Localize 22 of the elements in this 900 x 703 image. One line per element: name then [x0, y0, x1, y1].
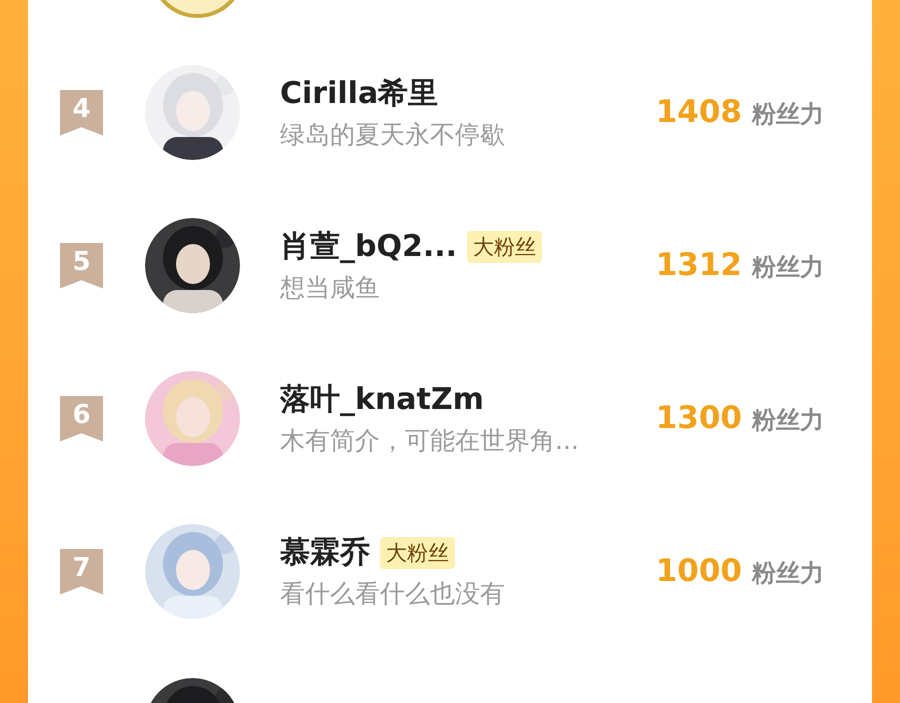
rank-badge: 6 [60, 396, 103, 442]
user-bio: 看什么看什么也没有 [280, 578, 506, 610]
user-bio: 木有简介，可能在世界角... [280, 424, 580, 456]
user-name: Cirilla希里 [280, 74, 438, 112]
fan-tag: 大粉丝 [467, 230, 542, 262]
user-name: 慕霖乔 [280, 534, 370, 572]
fan-tag: 大粉丝 [380, 536, 455, 568]
rank-badge: 4 [60, 90, 103, 136]
score-unit: 粉丝力 [752, 558, 824, 590]
user-bio: 绿岛的夏天永不停歇 [280, 118, 506, 150]
user-name: 肖萱_bQ2... [280, 228, 458, 266]
fan-score: 1000 [656, 552, 742, 592]
score-unit: 粉丝力 [752, 405, 824, 436]
rank-badge: 5 [60, 242, 103, 288]
fan-score: 1408 [656, 93, 742, 132]
fan-score: 1300 [656, 399, 742, 438]
user-name: 落叶_knatZm [280, 380, 484, 418]
score-unit: 粉丝力 [752, 252, 824, 284]
user-bio: 想当咸鱼 [280, 272, 381, 304]
score-unit: 粉丝力 [752, 99, 824, 130]
rank-badge: 7 [60, 548, 103, 594]
fan-score: 1312 [656, 246, 742, 286]
